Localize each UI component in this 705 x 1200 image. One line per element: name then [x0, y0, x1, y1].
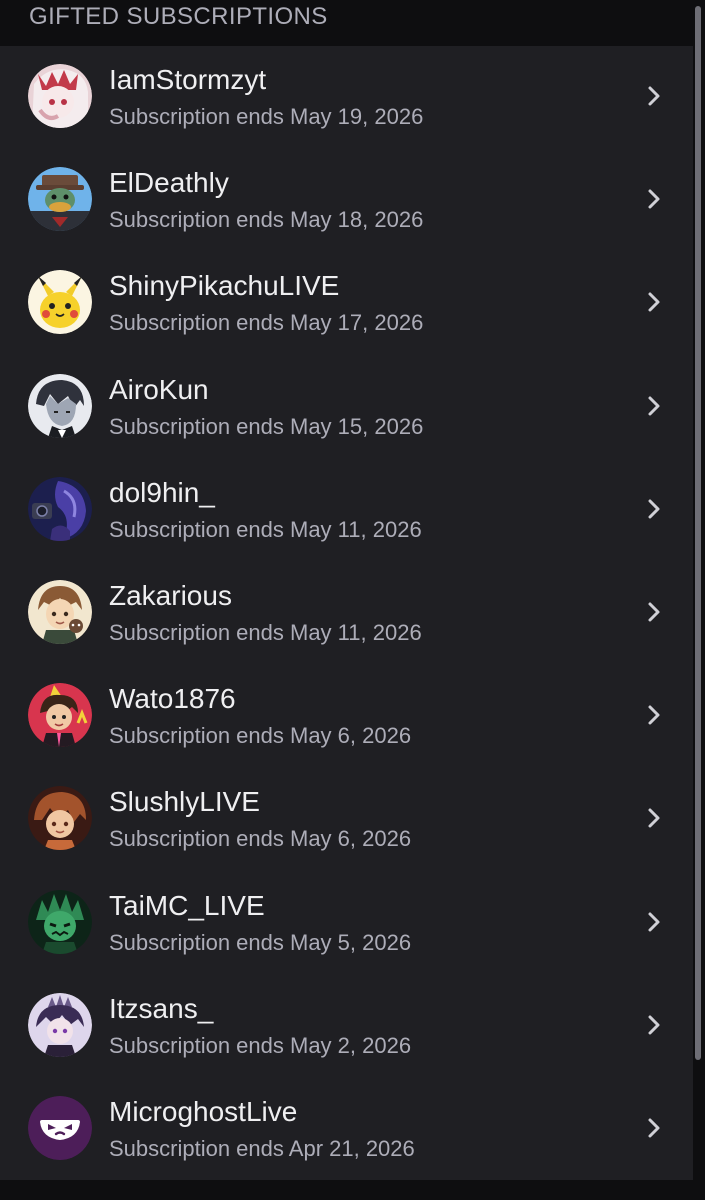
anime-avatar-icon: [28, 683, 92, 748]
subscription-end-date: Subscription ends May 2, 2026: [109, 1032, 412, 1058]
chevron-right-icon: [644, 84, 664, 108]
anime-avatar-icon: [28, 476, 92, 541]
subscription-end-date: Subscription ends May 15, 2026: [109, 413, 424, 439]
subscription-row[interactable]: Wato1876 Subscription ends May 6, 2026: [0, 665, 693, 768]
subscription-end-date: Subscription ends May 19, 2026: [109, 104, 424, 129]
avatar: [28, 167, 92, 232]
anime-avatar-icon: [28, 373, 92, 438]
username: ShinyPikachuLIVE: [109, 270, 340, 302]
subscription-row[interactable]: ElDeathly Subscription ends May 18, 2026: [0, 149, 693, 252]
subscription-row[interactable]: AiroKun Subscription ends May 15, 2026: [0, 356, 693, 459]
subscription-row[interactable]: ShinyPikachuLIVE Subscription ends May 1…: [0, 252, 693, 355]
subscription-row[interactable]: MicroghostLive Subscription ends Apr 21,…: [0, 1078, 693, 1180]
duck-avatar-icon: [28, 167, 92, 232]
ghost-avatar-icon: [28, 1095, 92, 1160]
subscription-end-date: Subscription ends May 11, 2026: [109, 619, 422, 645]
avatar: [28, 373, 92, 438]
chevron-right-icon: [644, 806, 664, 830]
avatar: [28, 786, 92, 851]
bottom-bar: [0, 1180, 705, 1200]
subscription-row[interactable]: SlushlyLIVE Subscription ends May 6, 202…: [0, 768, 693, 871]
scrollbar-thumb[interactable]: [695, 6, 701, 1060]
subscription-end-date: Subscription ends May 11, 2026: [109, 516, 422, 542]
anime-avatar-icon: [28, 786, 92, 851]
username: SlushlyLIVE: [109, 786, 260, 818]
username: ElDeathly: [109, 167, 229, 199]
chevron-right-icon: [644, 290, 664, 314]
anime-avatar-icon: [28, 889, 92, 954]
chevron-right-icon: [644, 1116, 664, 1140]
subscription-end-date: Subscription ends Apr 21, 2026: [109, 1135, 415, 1161]
username: TaiMC_LIVE: [109, 889, 265, 921]
chevron-right-icon: [644, 910, 664, 934]
chevron-right-icon: [644, 600, 664, 624]
avatar: [28, 64, 92, 128]
subscription-row[interactable]: TaiMC_LIVE Subscription ends May 5, 2026: [0, 872, 693, 975]
subscription-end-date: Subscription ends May 17, 2026: [109, 310, 424, 336]
username: AiroKun: [109, 373, 209, 405]
pikachu-avatar-icon: [28, 270, 92, 335]
subscription-end-date: Subscription ends May 5, 2026: [109, 929, 412, 955]
username: Itzsans_: [109, 992, 214, 1024]
anime-avatar-icon: [28, 992, 92, 1057]
username: Zakarious: [109, 579, 232, 611]
gifted-subscriptions-list: IamStormzyt Subscription ends May 19, 20…: [0, 46, 693, 1180]
subscription-row[interactable]: IamStormzyt Subscription ends May 19, 20…: [0, 46, 693, 149]
username: Wato1876: [109, 683, 236, 715]
subscription-end-date: Subscription ends May 6, 2026: [109, 723, 412, 749]
avatar: [28, 889, 92, 954]
section-title: GIFTED SUBSCRIPTIONS: [29, 3, 328, 30]
username: MicroghostLive: [109, 1095, 298, 1127]
subscription-row[interactable]: Itzsans_ Subscription ends May 2, 2026: [0, 975, 693, 1078]
chevron-right-icon: [644, 187, 664, 211]
avatar: [28, 992, 92, 1057]
chevron-right-icon: [644, 703, 664, 727]
username: dol9hin_: [109, 476, 215, 508]
avatar: [28, 270, 92, 335]
avatar: [28, 579, 92, 644]
avatar: [28, 683, 92, 748]
avatar: [28, 1095, 92, 1160]
subscription-row[interactable]: dol9hin_ Subscription ends May 11, 2026: [0, 459, 693, 562]
subscription-end-date: Subscription ends May 18, 2026: [109, 207, 424, 233]
subscription-row[interactable]: Zakarious Subscription ends May 11, 2026: [0, 562, 693, 665]
chevron-right-icon: [644, 1013, 664, 1037]
subscription-end-date: Subscription ends May 6, 2026: [109, 826, 412, 852]
chevron-right-icon: [644, 497, 664, 521]
username: IamStormzyt: [109, 64, 267, 95]
gifted-subscriptions-header: GIFTED SUBSCRIPTIONS: [0, 0, 693, 46]
anime-avatar-icon: [28, 64, 92, 128]
anime-avatar-icon: [28, 579, 92, 644]
avatar: [28, 476, 92, 541]
chevron-right-icon: [644, 394, 664, 418]
